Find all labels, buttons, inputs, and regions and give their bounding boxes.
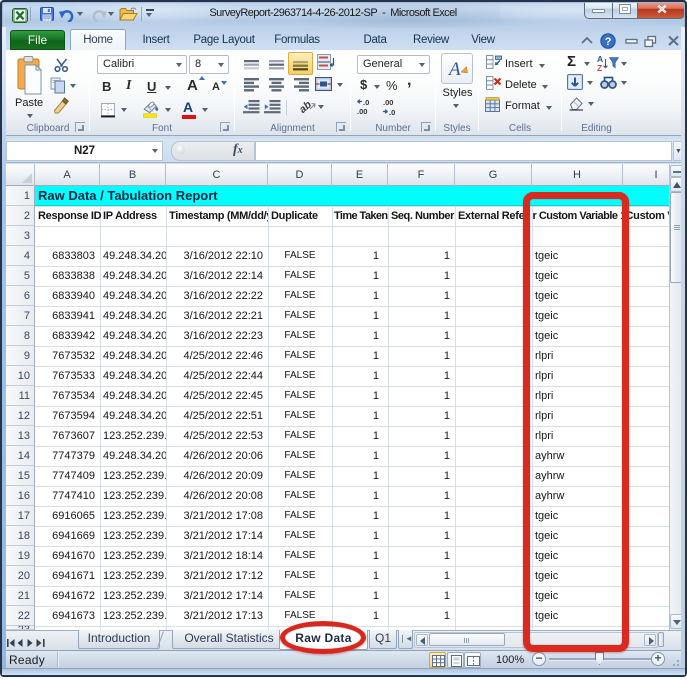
svg-text:.0: .0	[389, 108, 395, 117]
svg-text:A: A	[447, 59, 461, 80]
svg-text:Z: Z	[597, 63, 602, 72]
svg-text:.0: .0	[363, 98, 369, 107]
svg-text:?: ?	[605, 36, 612, 48]
svg-text:.00: .00	[383, 98, 393, 107]
svg-text:.00: .00	[357, 107, 367, 116]
